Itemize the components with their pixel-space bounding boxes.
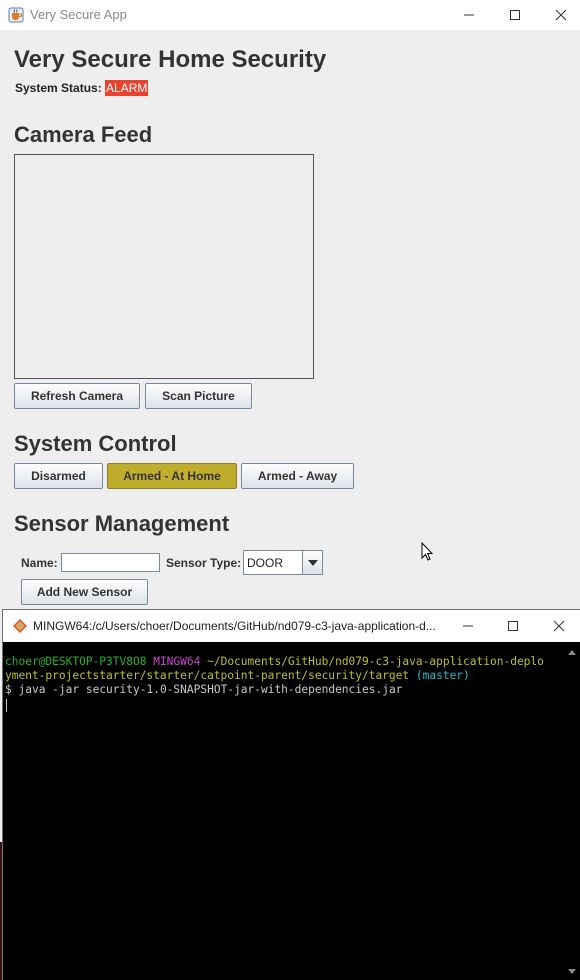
close-icon <box>555 9 567 21</box>
disarmed-button[interactable]: Disarmed <box>14 463 103 489</box>
status-label: System Status: <box>15 81 102 95</box>
refresh-camera-button[interactable]: Refresh Camera <box>14 383 140 409</box>
system-status: System Status: ALARM <box>15 80 149 96</box>
terminal-git-branch: (master) <box>415 669 470 682</box>
terminal-titlebar[interactable]: MINGW64:/c/Users/choer/Documents/GitHub/… <box>3 610 580 642</box>
terminal-shell-name: MINGW64 <box>153 655 201 668</box>
terminal-window[interactable]: MINGW64:/c/Users/choer/Documents/GitHub/… <box>2 609 580 980</box>
mouse-pointer-icon <box>421 541 434 567</box>
java-cup-icon <box>8 7 24 23</box>
chevron-down-icon[interactable] <box>302 551 322 574</box>
sensor-management-heading: Sensor Management <box>14 511 230 536</box>
terminal-scrollbar[interactable] <box>564 642 580 980</box>
sensor-type-select[interactable]: DOOR <box>243 550 323 575</box>
sensor-name-label: Name: <box>21 556 58 570</box>
system-control-heading: System Control <box>14 431 177 456</box>
terminal-title: MINGW64:/c/Users/choer/Documents/GitHub/… <box>33 619 436 633</box>
terminal-cursor <box>6 699 7 712</box>
terminal-maximize-button[interactable] <box>490 610 536 642</box>
maximize-icon <box>508 621 518 631</box>
scroll-up-icon[interactable] <box>564 644 580 660</box>
minimize-icon <box>464 14 474 16</box>
sensor-type-value: DOOR <box>247 556 283 570</box>
scan-picture-button[interactable]: Scan Picture <box>145 383 252 409</box>
terminal-prompt: $ <box>5 683 12 696</box>
armed-away-button[interactable]: Armed - Away <box>241 463 354 489</box>
sensor-name-input[interactable] <box>61 553 160 572</box>
maximize-icon <box>510 10 520 20</box>
minimize-button[interactable] <box>446 0 492 30</box>
maximize-button[interactable] <box>492 0 538 30</box>
terminal-path-line-2: yment-projectstarter/starter/catpoint-pa… <box>5 669 410 682</box>
app-window-title: Very Secure App <box>30 7 127 22</box>
terminal-minimize-button[interactable] <box>445 610 491 642</box>
close-icon <box>553 620 565 632</box>
scroll-down-icon[interactable] <box>564 963 580 979</box>
app-titlebar[interactable]: Very Secure App <box>0 0 580 30</box>
camera-feed-panel <box>14 154 314 379</box>
terminal-output[interactable]: choer@DESKTOP-P3TV8O8 MINGW64 ~/Document… <box>3 642 565 980</box>
terminal-user-host: choer@DESKTOP-P3TV8O8 <box>5 655 147 668</box>
status-badge: ALARM <box>105 80 149 96</box>
sensor-type-label: Sensor Type: <box>166 556 242 570</box>
page-title: Very Secure Home Security <box>14 46 327 73</box>
git-diamond-icon <box>12 618 28 639</box>
add-new-sensor-button[interactable]: Add New Sensor <box>21 579 148 605</box>
scrollbar-thumb[interactable] <box>568 660 576 978</box>
close-button[interactable] <box>538 0 580 30</box>
minimize-icon <box>463 625 473 627</box>
camera-feed-heading: Camera Feed <box>14 122 153 147</box>
terminal-text: choer@DESKTOP-P3TV8O8 MINGW64 ~/Document… <box>5 655 544 697</box>
terminal-path-line-1: ~/Documents/GitHub/nd079-c3-java-applica… <box>207 655 544 668</box>
terminal-close-button[interactable] <box>536 610 580 642</box>
terminal-command: java -jar security-1.0-SNAPSHOT-jar-with… <box>18 683 403 696</box>
armed-at-home-button[interactable]: Armed - At Home <box>107 463 237 489</box>
